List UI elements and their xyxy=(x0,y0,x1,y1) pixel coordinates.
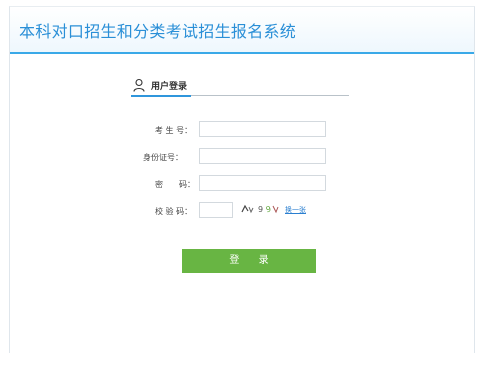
login-header: 用户登录 xyxy=(131,77,349,97)
login-title: 用户登录 xyxy=(151,82,188,92)
captcha-label: 校 验 码： xyxy=(155,207,193,216)
captcha-input[interactable] xyxy=(199,202,233,218)
login-title-underline xyxy=(131,95,191,97)
user-icon xyxy=(133,78,145,92)
svg-text:9: 9 xyxy=(258,205,263,214)
refresh-captcha-link[interactable]: 换一张 xyxy=(285,205,306,215)
login-button[interactable]: 登 录 xyxy=(182,249,316,273)
captcha-image[interactable]: 9 9 xyxy=(240,202,280,216)
password-label: 密 码： xyxy=(155,180,195,189)
password-input[interactable] xyxy=(199,175,326,191)
id-number-input[interactable] xyxy=(199,148,326,164)
login-panel: 用户登录 xyxy=(131,77,349,97)
candidate-number-input[interactable] xyxy=(199,121,326,137)
id-number-label: 身份证号： xyxy=(143,153,183,162)
candidate-number-label: 考 生 号： xyxy=(155,126,193,135)
page-header: 本科对口招生和分类考试招生报名系统 xyxy=(10,7,474,54)
site-title: 本科对口招生和分类考试招生报名系统 xyxy=(19,22,297,41)
